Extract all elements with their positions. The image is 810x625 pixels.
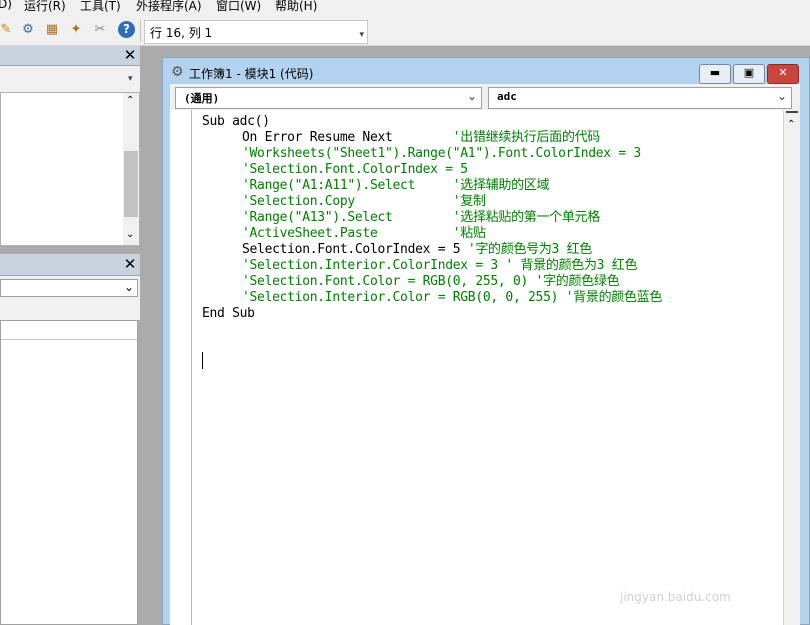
object-browser-icon[interactable]: ✦ [68, 22, 84, 38]
code-line[interactable]: 'ActiveSheet.Paste '粘贴 [242, 226, 486, 242]
code-comment: 'Selection.Interior.Color = RGB(0, 0, 25… [242, 290, 663, 305]
menu-addins[interactable]: 外接程序(A) [136, 0, 202, 14]
menu-help[interactable]: 帮助(H) [275, 0, 317, 14]
toolbar-separator [140, 20, 141, 42]
code-comment: 'Selection.Font.ColorIndex = 5 [242, 162, 468, 177]
procedure-combo[interactable]: adc ⌄ [488, 87, 792, 109]
code-line[interactable]: End Sub [202, 306, 255, 322]
code-comment: 'Range("A13").Select '选择粘贴的第一个单元格 [242, 210, 600, 225]
toolbar: ✎ ⚙ ▦ ✦ ✂ ? [0, 14, 810, 46]
split-bar[interactable] [786, 111, 798, 117]
code-line[interactable]: 'Range("A13").Select '选择粘贴的第一个单元格 [242, 210, 600, 226]
minimize-button[interactable]: ▬ [699, 64, 731, 84]
properties-icon[interactable]: ▦ [44, 22, 60, 38]
code-comment: 'Selection.Copy '复制 [242, 194, 486, 209]
scroll-down-icon[interactable]: ⌄ [126, 229, 134, 240]
code-line[interactable]: 'Selection.Interior.ColorIndex = 3 ' 背景的… [242, 258, 637, 274]
code-window-title: 工作簿1 - 模块1 (代码) [189, 67, 314, 81]
help-icon[interactable]: ? [118, 21, 135, 38]
margin-indicator-bar[interactable] [170, 110, 192, 625]
module-icon: ⚙ [171, 64, 184, 80]
procedure-combo-value: adc [497, 90, 517, 103]
code-text: Sub adc() [202, 114, 270, 129]
code-comment: 'ActiveSheet.Paste '粘贴 [242, 226, 486, 241]
toolbox-icon[interactable]: ✂ [92, 22, 108, 38]
baidu-watermark-url: jingyan.baidu.com [620, 590, 731, 604]
properties-grid[interactable] [0, 320, 138, 625]
code-line[interactable]: On Error Resume Next '出错继续执行后面的代码 [242, 130, 600, 146]
close-icon[interactable]: ✕ [122, 256, 138, 272]
text-caret [202, 352, 203, 369]
code-line[interactable]: 'Worksheets("Sheet1").Range("A1").Font.C… [242, 146, 641, 162]
menu-tools[interactable]: 工具(T) [80, 0, 121, 14]
menu-debug[interactable]: D) [0, 0, 12, 11]
chevron-down-icon[interactable]: ⌄ [124, 280, 134, 294]
code-line[interactable]: 'Selection.Font.ColorIndex = 5 [242, 162, 468, 178]
combo-row: (通用) ⌄ adc ⌄ [170, 84, 800, 110]
code-vertical-scrollbar[interactable]: ⌃ [783, 110, 800, 625]
code-line[interactable]: Sub adc() [202, 114, 270, 130]
close-icon[interactable]: ✕ [122, 47, 138, 63]
chevron-down-icon[interactable]: ⌄ [467, 89, 477, 103]
toolbar-options-icon[interactable]: ▾ [359, 30, 364, 40]
code-line[interactable]: Selection.Font.ColorIndex = 5 '字的颜色号为3 红… [242, 242, 592, 258]
menu-run[interactable]: 运行(R) [24, 0, 66, 14]
code-text: End Sub [202, 306, 255, 321]
project-explorer-icon[interactable]: ⚙ [20, 22, 36, 38]
code-text: Selection.Font.ColorIndex = 5 [242, 242, 468, 257]
menu-window[interactable]: 窗口(W) [216, 0, 261, 14]
close-button[interactable]: ✕ [767, 64, 799, 84]
cursor-position-display: 行 16, 列 1 ▾ [144, 20, 368, 44]
restore-button[interactable]: ▣ [733, 64, 765, 84]
code-comment: '出错继续执行后面的代码 [452, 130, 601, 145]
chevron-down-icon[interactable]: ▾ [128, 74, 133, 84]
properties-pane-titlebar: ✕ [0, 254, 140, 276]
code-comment: '字的颜色号为3 红色 [467, 242, 592, 257]
grid-divider [1, 339, 137, 340]
code-line[interactable]: 'Selection.Font.Color = RGB(0, 255, 0) '… [242, 274, 620, 290]
scroll-up-icon[interactable]: ⌃ [126, 95, 134, 106]
code-comment: 'Worksheets("Sheet1").Range("A1").Font.C… [242, 146, 641, 161]
code-text: On Error Resume Next [242, 130, 453, 145]
baidu-watermark-logo: Baidu经验 [622, 550, 775, 583]
properties-tabs [0, 300, 140, 320]
object-combo[interactable]: (通用) ⌄ [175, 87, 482, 109]
object-combo-value: (通用) [184, 92, 220, 105]
code-comment: 'Range("A1:A11").Select '选择辅助的区域 [242, 178, 550, 193]
project-pane-titlebar: ✕ [0, 46, 140, 66]
properties-object-select[interactable]: ⌄ [0, 279, 138, 297]
code-line[interactable]: 'Selection.Copy '复制 [242, 194, 486, 210]
project-pane-toolbar: ▾ [0, 66, 140, 92]
design-mode-icon[interactable]: ✎ [0, 22, 14, 38]
scroll-up-icon[interactable]: ⌃ [787, 119, 795, 130]
cursor-position-text: 行 16, 列 1 [150, 26, 213, 40]
chevron-down-icon[interactable]: ⌄ [777, 89, 787, 103]
properties-object-row: ⌄ [0, 276, 140, 300]
menu-bar: D) 运行(R) 工具(T) 外接程序(A) 窗口(W) 帮助(H) [0, 0, 810, 14]
scroll-thumb[interactable] [124, 151, 138, 217]
project-tree[interactable] [0, 92, 140, 246]
code-comment: 'Selection.Font.Color = RGB(0, 255, 0) '… [242, 274, 620, 289]
code-line[interactable]: 'Range("A1:A11").Select '选择辅助的区域 [242, 178, 549, 194]
code-comment: 'Selection.Interior.ColorIndex = 3 ' 背景的… [242, 258, 638, 273]
project-tree-scrollbar[interactable]: ⌃ ⌄ [123, 93, 139, 245]
code-line[interactable]: 'Selection.Interior.Color = RGB(0, 0, 25… [242, 290, 662, 306]
